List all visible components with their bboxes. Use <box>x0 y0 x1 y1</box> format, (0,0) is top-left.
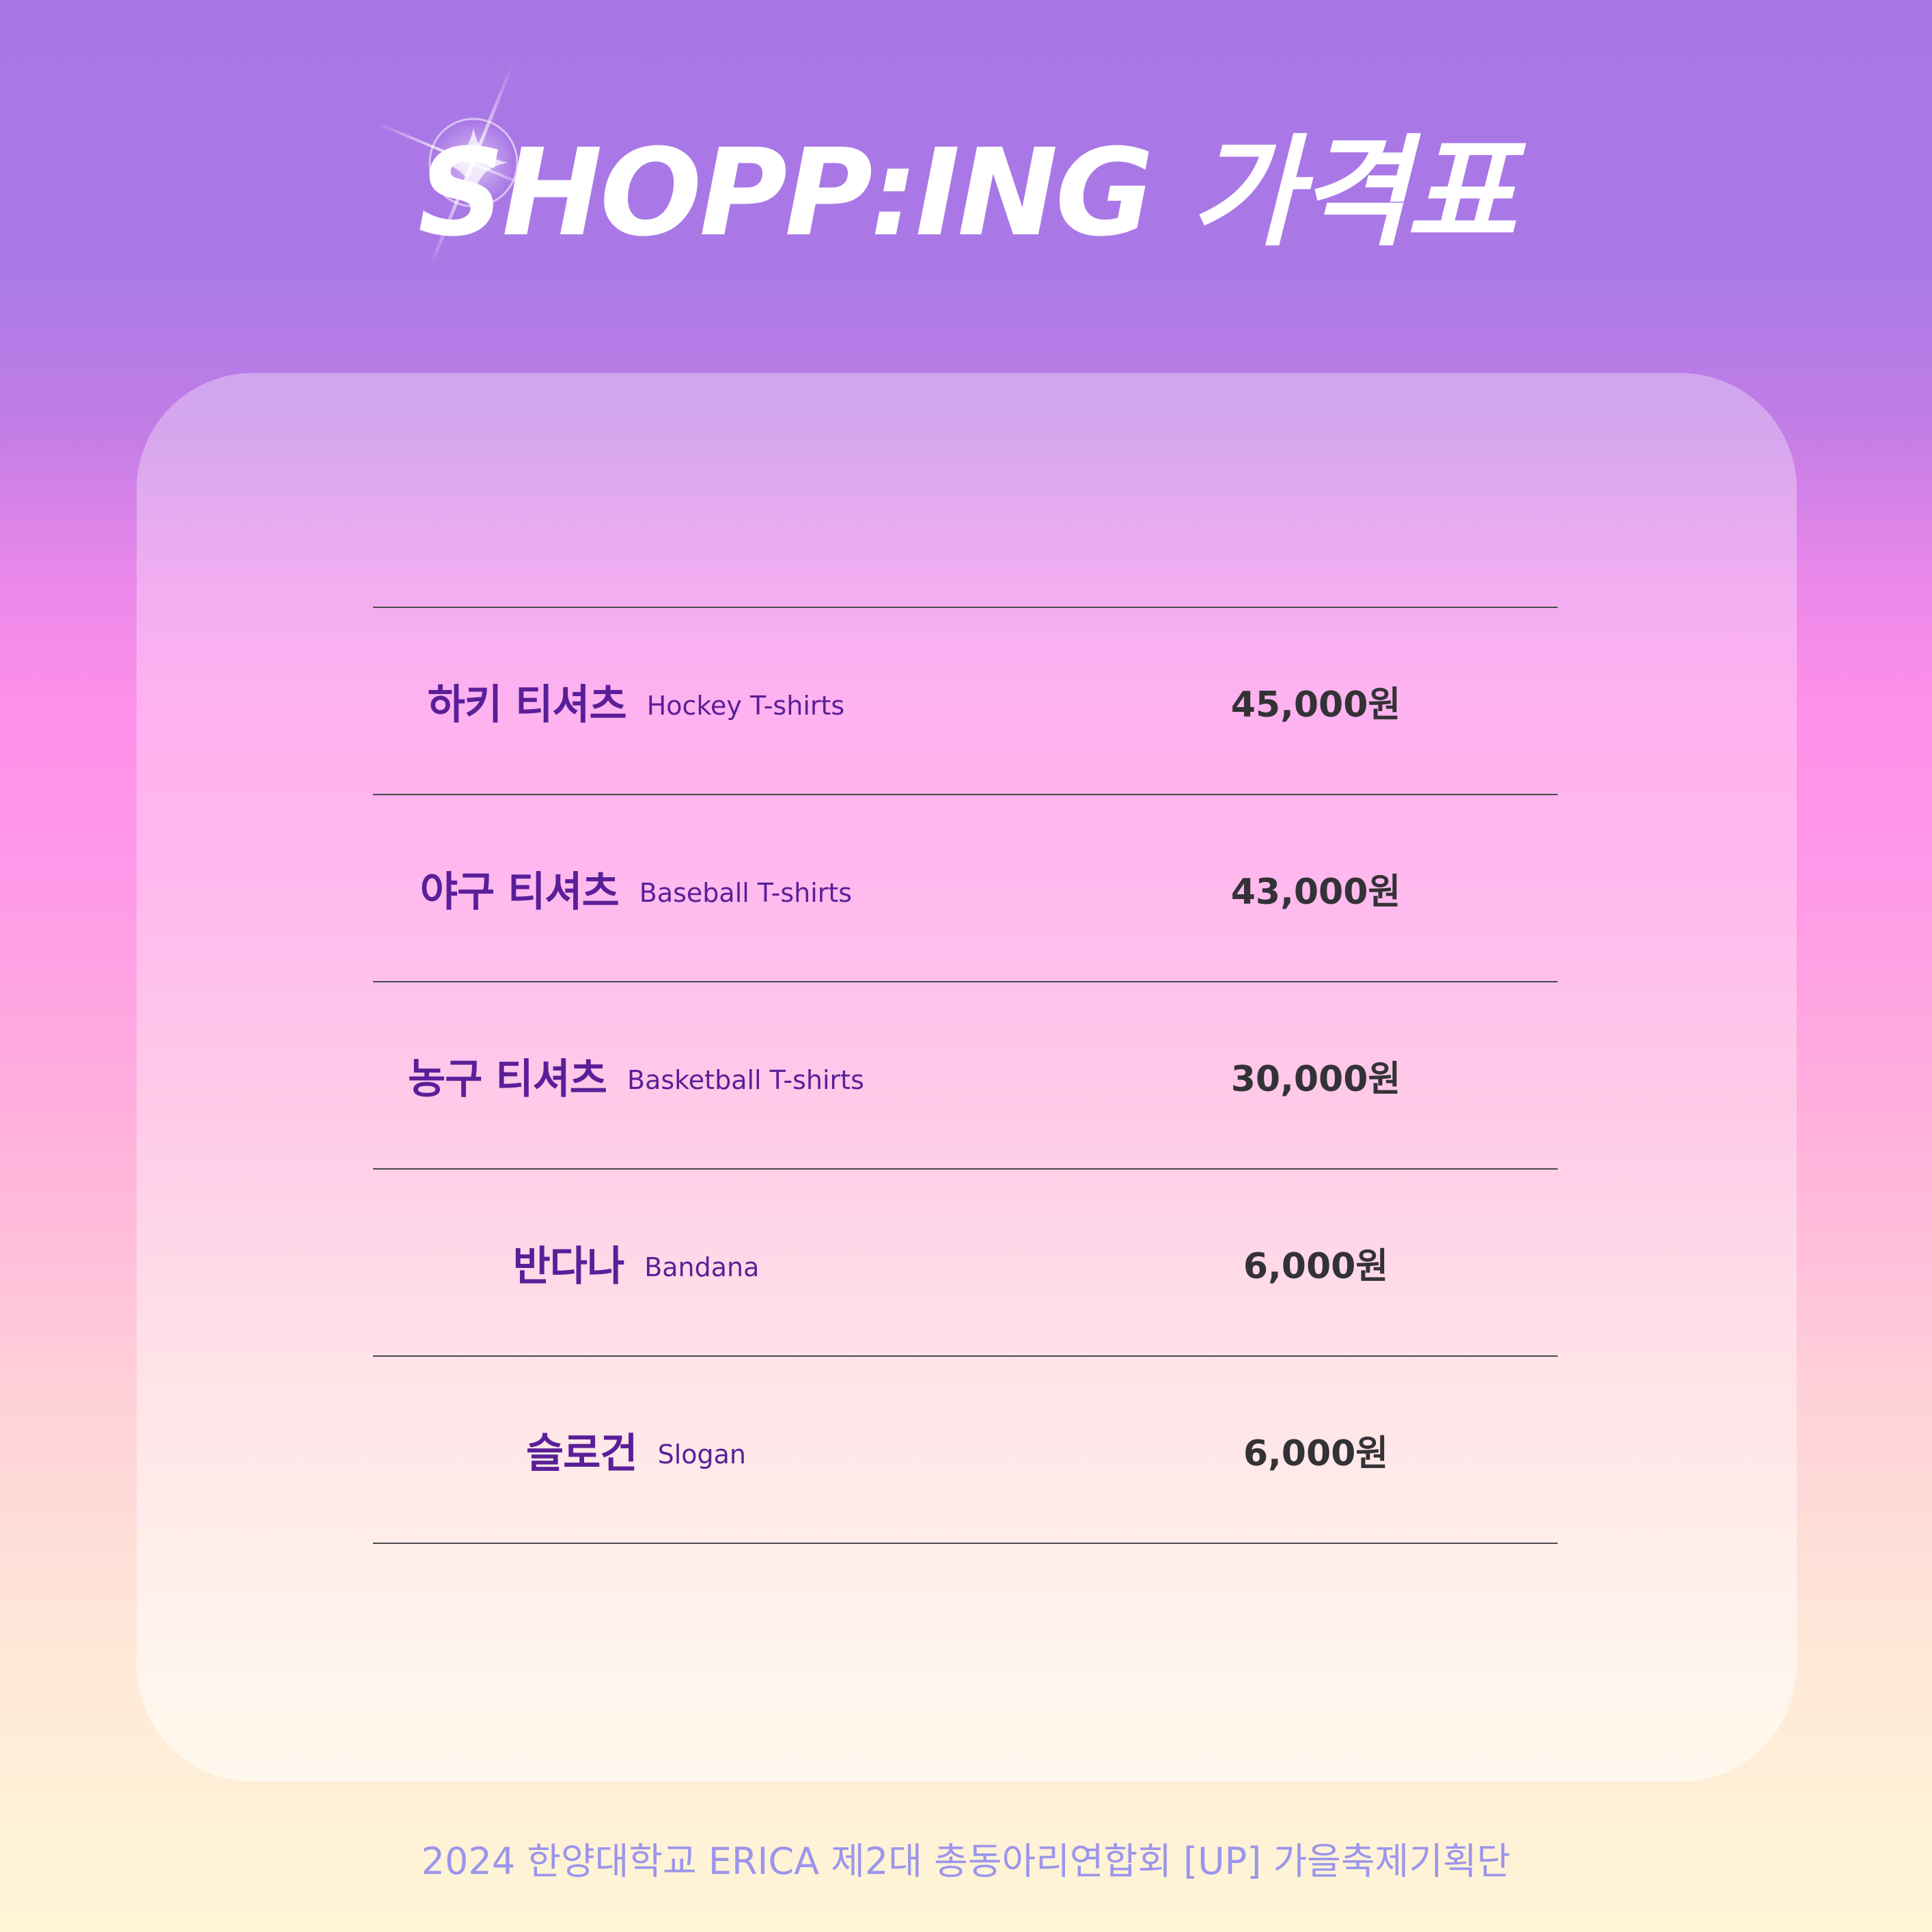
item-price: 6,000원 <box>1243 1245 1389 1287</box>
item-price: 30,000원 <box>1230 1058 1401 1100</box>
item-name-english: Baseball T-shirts <box>639 878 853 908</box>
table-row: 하키 티셔츠 Hockey T-shirts 45,000원 <box>373 607 1558 794</box>
title-area: SHOPP:ING 가격표 <box>0 133 1932 253</box>
item-name-cell: 반다나 Bandana <box>373 1170 899 1355</box>
item-name-korean: 야구 티셔츠 <box>419 868 620 916</box>
item-name-english: Basketball T-shirts <box>627 1065 864 1095</box>
item-name-korean: 슬로건 <box>525 1429 638 1478</box>
item-name-korean: 하키 티셔츠 <box>427 680 627 729</box>
item-name-english: Hockey T-shirts <box>646 691 845 721</box>
item-price: 6,000원 <box>1243 1433 1389 1474</box>
item-name-korean: 반다나 <box>512 1242 625 1291</box>
price-table: 하키 티셔츠 Hockey T-shirts 45,000원 야구 티셔츠 Ba… <box>373 607 1558 1544</box>
table-row: 야구 티셔츠 Baseball T-shirts 43,000원 <box>373 794 1558 981</box>
footer-credit: 2024 한양대학교 ERICA 제2대 총동아리연합회 [UP] 가을축제기획… <box>421 1840 1511 1883</box>
item-name-cell: 하키 티셔츠 Hockey T-shirts <box>373 608 899 794</box>
item-price: 45,000원 <box>1230 684 1401 726</box>
table-row: 슬로건 Slogan 6,000원 <box>373 1355 1558 1544</box>
item-name-korean: 농구 티셔츠 <box>408 1055 607 1103</box>
table-row: 농구 티셔츠 Basketball T-shirts 30,000원 <box>373 981 1558 1168</box>
item-name-english: Slogan <box>657 1439 747 1469</box>
item-name-cell: 야구 티셔츠 Baseball T-shirts <box>373 795 899 981</box>
item-name-cell: 슬로건 Slogan <box>373 1357 899 1543</box>
page-title: SHOPP:ING 가격표 <box>417 123 1517 263</box>
item-price: 43,000원 <box>1230 871 1401 913</box>
item-name-cell: 농구 티셔츠 Basketball T-shirts <box>373 982 899 1168</box>
item-name-english: Bandana <box>644 1252 760 1282</box>
table-row: 반다나 Bandana 6,000원 <box>373 1168 1558 1355</box>
